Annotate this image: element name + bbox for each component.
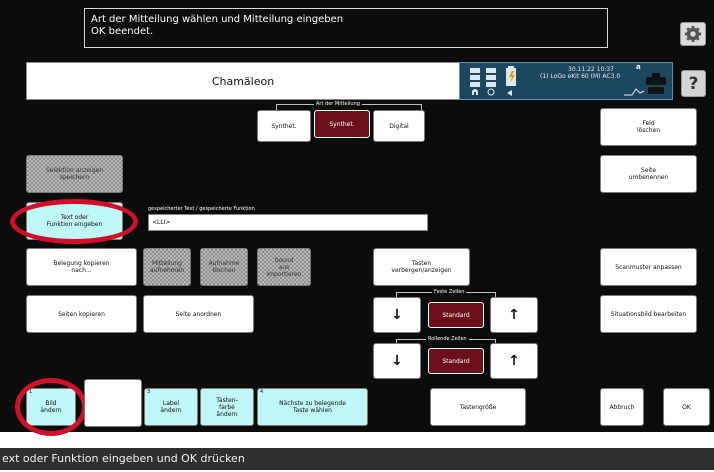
delete-recording-button[interactable]: Aufnahme löschen: [200, 248, 248, 286]
adjust-scan-pattern-button[interactable]: Scanmuster anpassen: [600, 248, 697, 286]
import-sound-button[interactable]: Sound aus importieren: [257, 248, 311, 286]
rolling-rows-down-button[interactable]: ↓: [373, 343, 421, 379]
cancel-button[interactable]: Abbruch: [600, 388, 644, 426]
speaker-chart-icon: [624, 73, 666, 96]
arrow-up-icon: ↑: [508, 306, 520, 323]
button-number: 3: [147, 389, 151, 395]
toggle-keys-button[interactable]: Tasten verbergen/anzeigen: [373, 248, 470, 286]
message-type-synthetic-1[interactable]: Synthet.: [257, 110, 311, 142]
rename-page-button[interactable]: Seite umbenennen: [600, 155, 697, 193]
change-key-color-button[interactable]: Tasten- farbe ändern: [200, 388, 254, 426]
change-key-color-label: Tasten- farbe ändern: [216, 396, 238, 418]
title-bar: Chamäleon: [26, 62, 460, 100]
rolling-rows-label: Rollende Zeilen: [426, 336, 469, 342]
message-type-synthetic-2[interactable]: Synthet.: [314, 110, 370, 138]
ok-button[interactable]: OK: [663, 388, 710, 426]
arrow-down-icon: ↓: [391, 306, 403, 323]
fixed-rows-standard-button[interactable]: Standard: [428, 302, 484, 328]
status-bar: ext oder Funktion eingeben und OK drücke…: [0, 448, 714, 470]
edit-situation-picture-button[interactable]: Situationsbild bearbeiten: [600, 295, 697, 333]
save-selection-button[interactable]: Selektion anzeigen speichern: [26, 155, 123, 193]
stored-text-label: gespeicherter Text / gespeicherte Funkti…: [148, 206, 255, 212]
device-name: (1) LoGo eKit 60 (M) AC3.0: [540, 73, 621, 80]
arrow-up-icon: ↑: [508, 352, 520, 369]
next-key-label: Nächste zu belegende Taste wählen: [279, 400, 346, 414]
button-number: 4: [260, 389, 264, 395]
help-button[interactable]: ?: [681, 70, 706, 97]
device-datetime: 30.11.22 10:37: [568, 66, 614, 73]
help-icon: ?: [688, 73, 699, 94]
blank-key-button[interactable]: [84, 379, 142, 427]
enter-text-highlight-ring: [10, 199, 138, 244]
key-size-button[interactable]: Tastengröße: [430, 388, 526, 426]
fixed-rows-up-button[interactable]: ↑: [490, 297, 538, 333]
arrange-page-button[interactable]: Seite anordnen: [143, 295, 254, 333]
change-label-button[interactable]: 3 Label ändern: [144, 388, 198, 426]
message-type-group-label: Art der Mitteilung: [314, 101, 362, 107]
rolling-rows-up-button[interactable]: ↑: [490, 343, 538, 379]
fixed-rows-down-button[interactable]: ↓: [373, 297, 421, 333]
message-line-1: Art der Mitteilung wählen und Mitteilung…: [91, 14, 344, 25]
message-type-digital[interactable]: Digital: [373, 110, 425, 142]
message-line-2: OK beendet.: [91, 26, 154, 37]
copy-pages-button[interactable]: Seiten kopieren: [26, 295, 137, 333]
page-title: Chamäleon: [211, 74, 275, 88]
signal-bars-icon: [470, 68, 496, 96]
stored-text-value: <LLI>: [152, 219, 171, 226]
device-mode: a: [636, 63, 641, 71]
rolling-rows-standard-button[interactable]: Standard: [428, 348, 484, 374]
next-key-button[interactable]: 4 Nächste zu belegende Taste wählen: [257, 388, 368, 426]
device-status-panel: 30.11.22 10:37 (1) LoGo eKit 60 (M) AC3.…: [459, 62, 673, 100]
gear-icon: [684, 25, 702, 43]
settings-button[interactable]: [680, 22, 706, 46]
fixed-rows-label: Feste Zeilen: [432, 289, 467, 295]
message-box: Art der Mitteilung wählen und Mitteilung…: [84, 8, 608, 48]
change-picture-highlight-ring: [15, 378, 87, 436]
clear-field-button[interactable]: Feld löschen: [600, 108, 697, 146]
change-label-label: Label ändern: [160, 400, 182, 414]
arrow-down-icon: ↓: [391, 352, 403, 369]
copy-assignment-button[interactable]: Belegung kopieren nach...: [26, 248, 137, 286]
stored-text-field[interactable]: <LLI>: [148, 214, 428, 231]
record-message-button[interactable]: Mitteilung aufnehmen: [143, 248, 191, 286]
battery-icon: [506, 66, 516, 96]
status-text: ext oder Funktion eingeben und OK drücke…: [2, 452, 245, 465]
